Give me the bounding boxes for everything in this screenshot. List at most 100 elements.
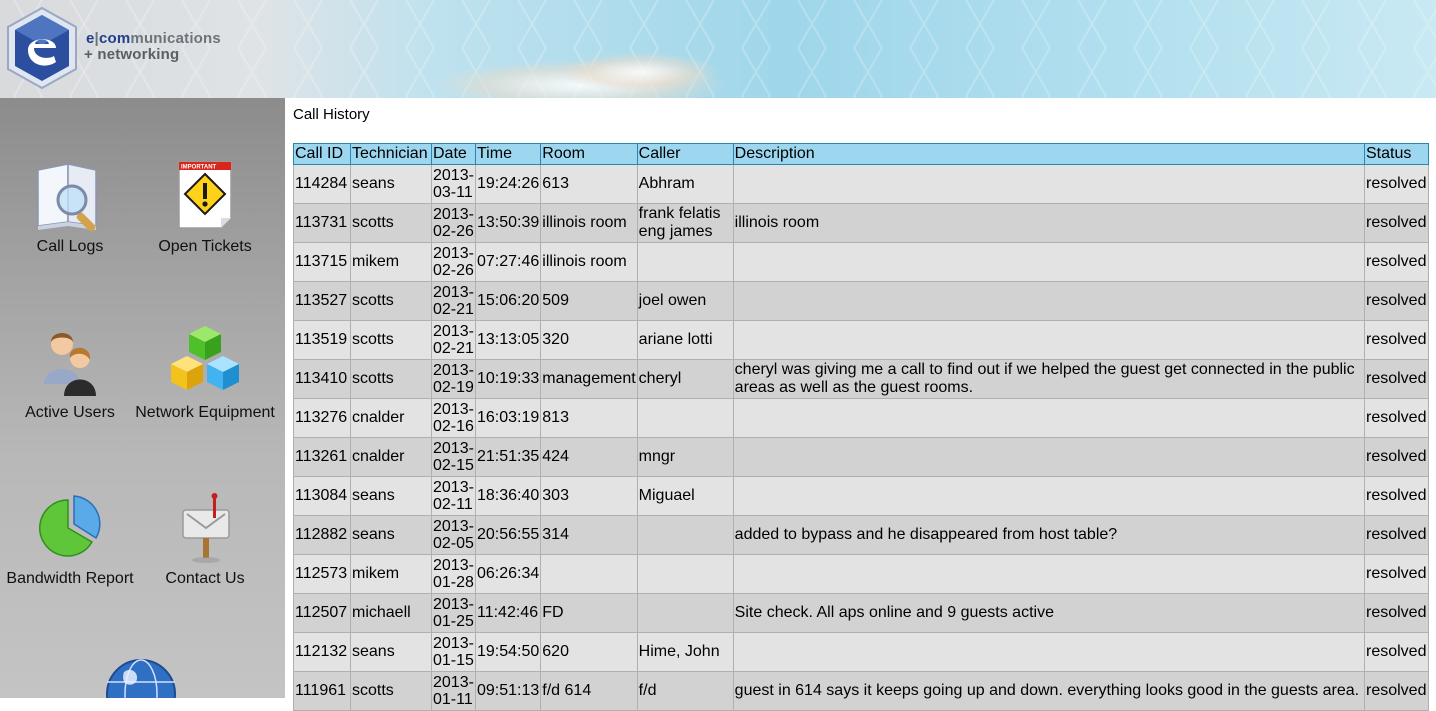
technician-cell: seans (350, 476, 432, 516)
table-row[interactable]: 113410 scotts 2013- 02-19 10:19:33 management… (293, 359, 1429, 399)
status-cell: resolved (1364, 203, 1429, 243)
call-id-cell: 113261 (293, 437, 351, 477)
column-header-technician[interactable]: Technician (350, 143, 432, 165)
sidebar-item-active-users[interactable]: Active Users (0, 322, 140, 422)
table-row[interactable]: 112132 seans 2013- 01-15 19:54:50 620 Hime, Jo… (293, 632, 1429, 672)
date-year: 2013- (433, 635, 474, 652)
technician-cell: scotts (350, 320, 432, 360)
table-row[interactable]: 114284 seans 2013- 03-11 19:24:26 613 Abhram re… (293, 164, 1429, 204)
status-cell: resolved (1364, 671, 1429, 711)
status-cell: resolved (1364, 398, 1429, 438)
technician-cell: scotts (350, 671, 432, 711)
call-id-cell: 112573 (293, 554, 351, 594)
caller-cell: Miguael (636, 476, 734, 516)
table-row[interactable]: 113261 cnalder 2013- 02-15 21:51:35 424 mngr re… (293, 437, 1429, 477)
caller-cell (636, 398, 734, 438)
sidebar-nav: Call Logs IMPORTANT Open Tickets Active … (0, 98, 285, 698)
sidebar-item-label: Call Logs (36, 238, 104, 255)
sidebar-item-call-logs[interactable]: Call Logs (0, 156, 140, 256)
time-cell: 09:51:13 (474, 671, 542, 711)
table-row[interactable]: 112507 michaell 2013- 01-25 11:42:46 FD Site c… (293, 593, 1429, 633)
date-cell: 2013- 02-11 (431, 476, 476, 516)
status-cell: resolved (1364, 242, 1429, 282)
ticket-badge-text: IMPORTANT (181, 165, 217, 171)
call-id-cell: 113715 (293, 242, 351, 282)
room-cell: 320 (540, 320, 638, 360)
globe-icon[interactable] (106, 658, 176, 698)
time-cell: 07:27:46 (474, 242, 542, 282)
call-id-cell: 113527 (293, 281, 351, 321)
room-cell: FD (540, 593, 638, 633)
sidebar-item-bandwidth-report[interactable]: Bandwidth Report (0, 488, 140, 588)
date-cell: 2013- 02-21 (431, 320, 476, 360)
status-cell: resolved (1364, 554, 1429, 594)
time-cell: 21:51:35 (474, 437, 542, 477)
caller-cell: f/d (636, 671, 734, 711)
description-cell: Site check. All aps online and 9 guests … (732, 593, 1366, 633)
time-cell: 15:06:20 (474, 281, 542, 321)
date-month-day: 01-15 (433, 652, 474, 669)
time-cell: 18:36:40 (474, 476, 542, 516)
status-cell: resolved (1364, 476, 1429, 516)
column-header-date[interactable]: Date (431, 143, 476, 165)
column-header-room[interactable]: Room (540, 143, 638, 165)
date-month-day: 02-16 (433, 418, 474, 435)
status-cell: resolved (1364, 320, 1429, 360)
date-month-day: 02-26 (433, 223, 474, 240)
date-cell: 2013- 03-11 (431, 164, 476, 204)
time-cell: 11:42:46 (474, 593, 542, 633)
table-row[interactable]: 113276 cnalder 2013- 02-16 16:03:19 813 resolv… (293, 398, 1429, 438)
description-cell (732, 242, 1366, 282)
time-cell: 19:24:26 (474, 164, 542, 204)
room-cell: 314 (540, 515, 638, 555)
room-cell: f/d 614 (540, 671, 638, 711)
table-row[interactable]: 111961 scotts 2013- 01-11 09:51:13 f/d 614 f/d… (293, 671, 1429, 711)
time-cell: 06:26:34 (474, 554, 542, 594)
time-cell: 10:19:33 (474, 359, 542, 399)
sidebar-item-contact-us[interactable]: Contact Us (135, 488, 275, 588)
sidebar-item-network-equipment[interactable]: Network Equipment (135, 322, 275, 422)
time-cell: 13:50:39 (474, 203, 542, 243)
caller-cell (636, 515, 734, 555)
time-cell: 20:56:55 (474, 515, 542, 555)
call-id-cell: 112507 (293, 593, 351, 633)
caller-cell: cheryl (636, 359, 734, 399)
column-header-description[interactable]: Description (732, 143, 1366, 165)
column-header-status[interactable]: Status (1364, 143, 1429, 165)
date-cell: 2013- 02-16 (431, 398, 476, 438)
table-row[interactable]: 113527 scotts 2013- 02-21 15:06:20 509 joel ow… (293, 281, 1429, 321)
table-header-row: Call ID Technician Date Time Room Caller… (293, 143, 1429, 165)
caller-cell: mngr (636, 437, 734, 477)
room-cell: 813 (540, 398, 638, 438)
table-row[interactable]: 113715 mikem 2013- 02-26 07:27:46 illinois ro… (293, 242, 1429, 282)
sidebar-item-label: Contact Us (165, 570, 245, 587)
page-title: Call History (293, 106, 370, 123)
date-year: 2013- (433, 557, 474, 574)
description-cell: guest in 614 says it keeps going up and … (732, 671, 1366, 711)
table-row[interactable]: 113731 scotts 2013- 02-26 13:50:39 illinois r… (293, 203, 1429, 243)
technician-cell: scotts (350, 203, 432, 243)
description-cell (732, 437, 1366, 477)
column-header-caller[interactable]: Caller (636, 143, 734, 165)
room-cell: 303 (540, 476, 638, 516)
table-row[interactable]: 113519 scotts 2013- 02-21 13:13:05 320 ariane … (293, 320, 1429, 360)
date-year: 2013- (433, 674, 474, 691)
date-year: 2013- (433, 323, 474, 340)
technician-cell: scotts (350, 359, 432, 399)
description-cell: added to bypass and he disappeared from … (732, 515, 1366, 555)
company-logo-icon[interactable] (4, 6, 80, 90)
date-month-day: 01-28 (433, 574, 474, 591)
table-row[interactable]: 113084 seans 2013- 02-11 18:36:40 303 Miguael r… (293, 476, 1429, 516)
call-id-cell: 114284 (293, 164, 351, 204)
description-cell (732, 632, 1366, 672)
description-cell (732, 554, 1366, 594)
table-row[interactable]: 112882 seans 2013- 02-05 20:56:55 314 added to… (293, 515, 1429, 555)
column-header-time[interactable]: Time (474, 143, 542, 165)
time-cell: 19:54:50 (474, 632, 542, 672)
date-year: 2013- (433, 284, 474, 301)
header-cloud-decoration (560, 52, 720, 92)
sidebar-item-open-tickets[interactable]: IMPORTANT Open Tickets (135, 156, 275, 256)
column-header-call-id[interactable]: Call ID (293, 143, 351, 165)
table-row[interactable]: 112573 mikem 2013- 01-28 06:26:34 resolved (293, 554, 1429, 594)
technician-cell: seans (350, 632, 432, 672)
